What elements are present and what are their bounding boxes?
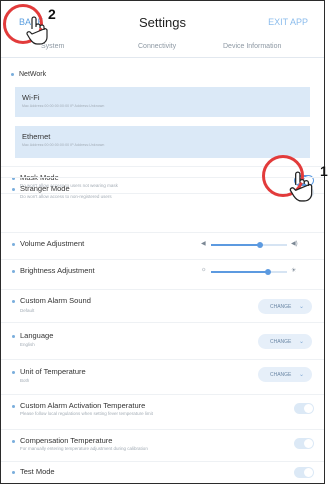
alarm-temp-toggle[interactable] (294, 403, 314, 414)
tab-device-information[interactable]: Device Information (223, 43, 281, 50)
brightness-row: Brightness Adjustment ☼ ☀ (1, 259, 324, 287)
test-mode-toggle[interactable] (294, 467, 314, 478)
toggle-knob (304, 404, 313, 413)
pointer-hand-icon (26, 16, 48, 45)
bullet-icon (12, 299, 15, 303)
alarm-temp-row: Custom Alarm Activation Temperature Plea… (1, 394, 324, 422)
toggle-knob (304, 439, 313, 448)
wifi-label: Wi-Fi (22, 93, 40, 102)
stranger-mode-label: Stranger Mode (20, 184, 70, 193)
brightness-high-icon: ☀ (291, 268, 297, 274)
chevron-down-icon: ⌄ (298, 304, 304, 310)
temp-unit-value: Both (20, 378, 30, 383)
pointer-hand-icon (289, 171, 313, 202)
volume-row: Volume Adjustment ◀ ◀) (1, 232, 324, 260)
alarm-sound-label: Custom Alarm Sound (20, 296, 91, 305)
bullet-icon (12, 242, 15, 246)
volume-high-icon: ◀) (291, 241, 298, 247)
alarm-sound-row: Custom Alarm Sound Default CHANGE ⌄ (1, 289, 324, 322)
brightness-slider[interactable] (211, 269, 287, 275)
chevron-down-icon: ⌄ (298, 372, 304, 378)
test-mode-row: Test Mode (1, 461, 324, 483)
alarm-temp-label: Custom Alarm Activation Temperature (20, 401, 146, 410)
language-value: English (20, 342, 35, 347)
volume-slider-thumb[interactable] (257, 242, 264, 248)
alarm-sound-change-button[interactable]: CHANGE ⌄ (258, 299, 312, 314)
alarm-temp-desc: Please follow local regulations when set… (20, 411, 153, 416)
tab-bar: System Connectivity Device Information (1, 41, 324, 58)
compensation-toggle[interactable] (294, 438, 314, 449)
language-label: Language (20, 331, 54, 340)
bullet-icon (12, 470, 15, 474)
bullet-icon (11, 72, 14, 76)
volume-slider[interactable] (211, 242, 287, 248)
temp-unit-label: Unit of Temperature (20, 367, 86, 376)
toggle-knob (304, 468, 313, 477)
bullet-icon (12, 187, 15, 191)
test-mode-label: Test Mode (20, 467, 55, 476)
compensation-desc: For manually entering temperature adjust… (20, 446, 148, 451)
volume-slider-fill (211, 244, 261, 246)
brightness-slider-fill (211, 271, 268, 273)
bullet-icon (12, 370, 15, 374)
callout-number-1: 1 (320, 163, 328, 179)
temp-unit-row: Unit of Temperature Both CHANGE ⌄ (1, 359, 324, 392)
callout-number-2: 2 (48, 6, 56, 22)
bullet-icon (12, 404, 15, 408)
temp-unit-change-button[interactable]: CHANGE ⌄ (258, 367, 312, 382)
brightness-slider-thumb[interactable] (265, 269, 271, 275)
brightness-label: Brightness Adjustment (20, 266, 95, 275)
alarm-sound-value: Default (20, 308, 35, 313)
chevron-down-icon: ⌄ (298, 339, 304, 345)
brightness-low-icon: ☼ (201, 267, 207, 273)
network-section-title: NetWork (11, 71, 46, 78)
language-row: Language English CHANGE ⌄ (1, 322, 324, 355)
stranger-mode-desc: Do won't allow access to non-registered … (20, 194, 112, 199)
ethernet-meta: Mac Address:00:00:00:00:00 IP Address:Un… (22, 143, 105, 147)
tab-connectivity[interactable]: Connectivity (138, 43, 176, 50)
volume-low-icon: ◀ (201, 241, 206, 247)
ethernet-item[interactable]: Ethernet Mac Address:00:00:00:00:00 IP A… (15, 126, 310, 158)
language-change-button[interactable]: CHANGE ⌄ (258, 334, 312, 349)
exit-app-button[interactable]: EXIT APP (268, 17, 308, 27)
wifi-meta: Mac Address:00:00:00:00:00 IP Address:Un… (22, 104, 105, 108)
bullet-icon (12, 334, 15, 338)
settings-screen: BACK Settings EXIT APP System Connectivi… (0, 0, 325, 484)
volume-label: Volume Adjustment (20, 239, 85, 248)
ethernet-label: Ethernet (22, 132, 51, 141)
wifi-item[interactable]: Wi-Fi Mac Address:00:00:00:00:00 IP Addr… (15, 87, 310, 117)
bullet-icon (12, 269, 15, 273)
compensation-row: Compensation Temperature For manually en… (1, 429, 324, 457)
bullet-icon (12, 439, 15, 443)
compensation-label: Compensation Temperature (20, 436, 113, 445)
